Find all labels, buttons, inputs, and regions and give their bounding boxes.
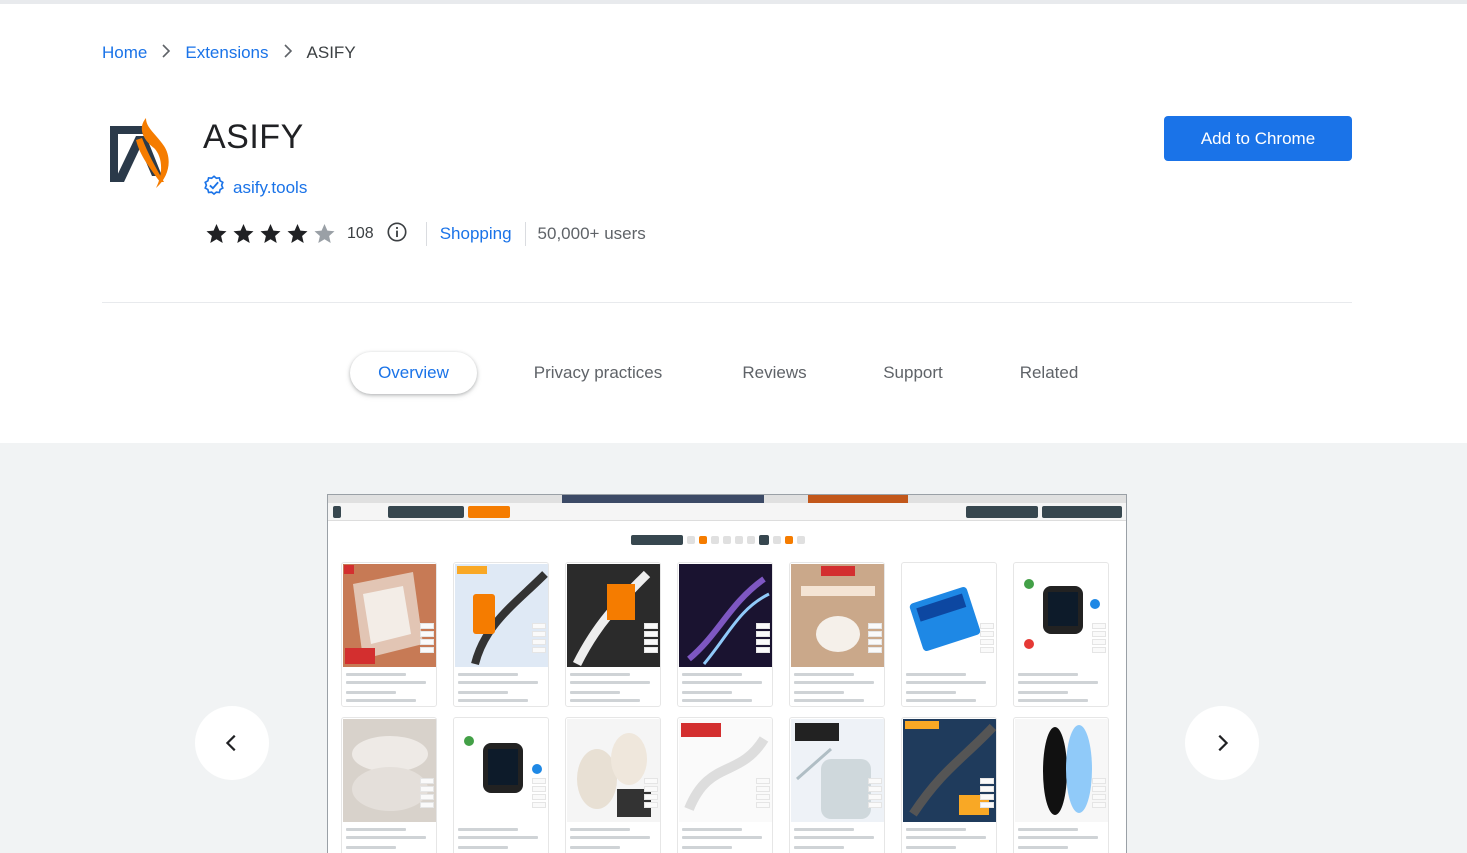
publisher-site-link[interactable]: asify.tools — [233, 178, 307, 198]
product-card — [677, 717, 773, 853]
chevron-right-icon — [161, 43, 171, 63]
extension-meta: 108 Shopping 50,000+ users — [204, 220, 646, 248]
product-card — [565, 562, 661, 707]
chevron-right-icon — [283, 43, 293, 63]
product-card — [677, 562, 773, 707]
breadcrumb-extensions[interactable]: Extensions — [185, 43, 268, 63]
detail-tabs: Overview Privacy practices Reviews Suppo… — [0, 352, 1467, 394]
product-card — [901, 562, 997, 707]
user-count: 50,000+ users — [537, 224, 646, 243]
tab-overview[interactable]: Overview — [350, 352, 477, 394]
info-icon[interactable] — [374, 221, 408, 248]
tab-support[interactable]: Support — [872, 352, 954, 394]
gallery-screenshot[interactable] — [327, 494, 1127, 853]
tab-related[interactable]: Related — [1010, 352, 1088, 394]
star-filled-icon — [206, 224, 227, 243]
gallery-next-button[interactable] — [1185, 706, 1259, 780]
star-filled-icon — [287, 224, 308, 243]
tab-reviews[interactable]: Reviews — [732, 352, 817, 394]
extension-logo — [106, 116, 172, 192]
chevron-right-icon — [1218, 734, 1229, 752]
screenshot-gallery — [0, 443, 1467, 853]
screenshot-browser-strip — [328, 495, 1126, 503]
product-card — [789, 562, 885, 707]
category-link[interactable]: Shopping — [440, 224, 512, 244]
meta-divider — [524, 222, 526, 246]
product-card — [1013, 562, 1109, 707]
publisher-site[interactable]: asify.tools — [203, 174, 307, 201]
product-card — [789, 717, 885, 853]
product-card — [341, 717, 437, 853]
product-card — [901, 717, 997, 853]
screenshot-sort-row — [631, 534, 805, 546]
tab-privacy-practices[interactable]: Privacy practices — [520, 352, 676, 394]
product-card — [1013, 717, 1109, 853]
rating-count: 108 — [347, 225, 374, 242]
breadcrumb-current: ASIFY — [306, 43, 356, 62]
screenshot-toolbar — [328, 503, 1126, 521]
verified-badge-icon — [203, 174, 225, 201]
breadcrumb-home[interactable]: Home — [102, 43, 147, 63]
product-card — [453, 562, 549, 707]
chevron-left-icon — [225, 734, 236, 752]
meta-divider — [425, 222, 427, 246]
product-card — [341, 562, 437, 707]
top-border — [0, 0, 1467, 4]
screenshot-product-grid — [341, 562, 1109, 853]
star-empty-icon — [314, 224, 335, 243]
add-to-chrome-button[interactable]: Add to Chrome — [1164, 116, 1352, 161]
header-divider — [102, 302, 1352, 303]
gallery-prev-button[interactable] — [195, 706, 269, 780]
star-filled-icon — [233, 224, 254, 243]
product-card — [453, 717, 549, 853]
breadcrumb: Home Extensions ASIFY — [102, 42, 356, 64]
product-card — [565, 717, 661, 853]
rating-stars — [204, 222, 337, 246]
extension-title: ASIFY — [203, 118, 304, 156]
star-filled-icon — [260, 224, 281, 243]
